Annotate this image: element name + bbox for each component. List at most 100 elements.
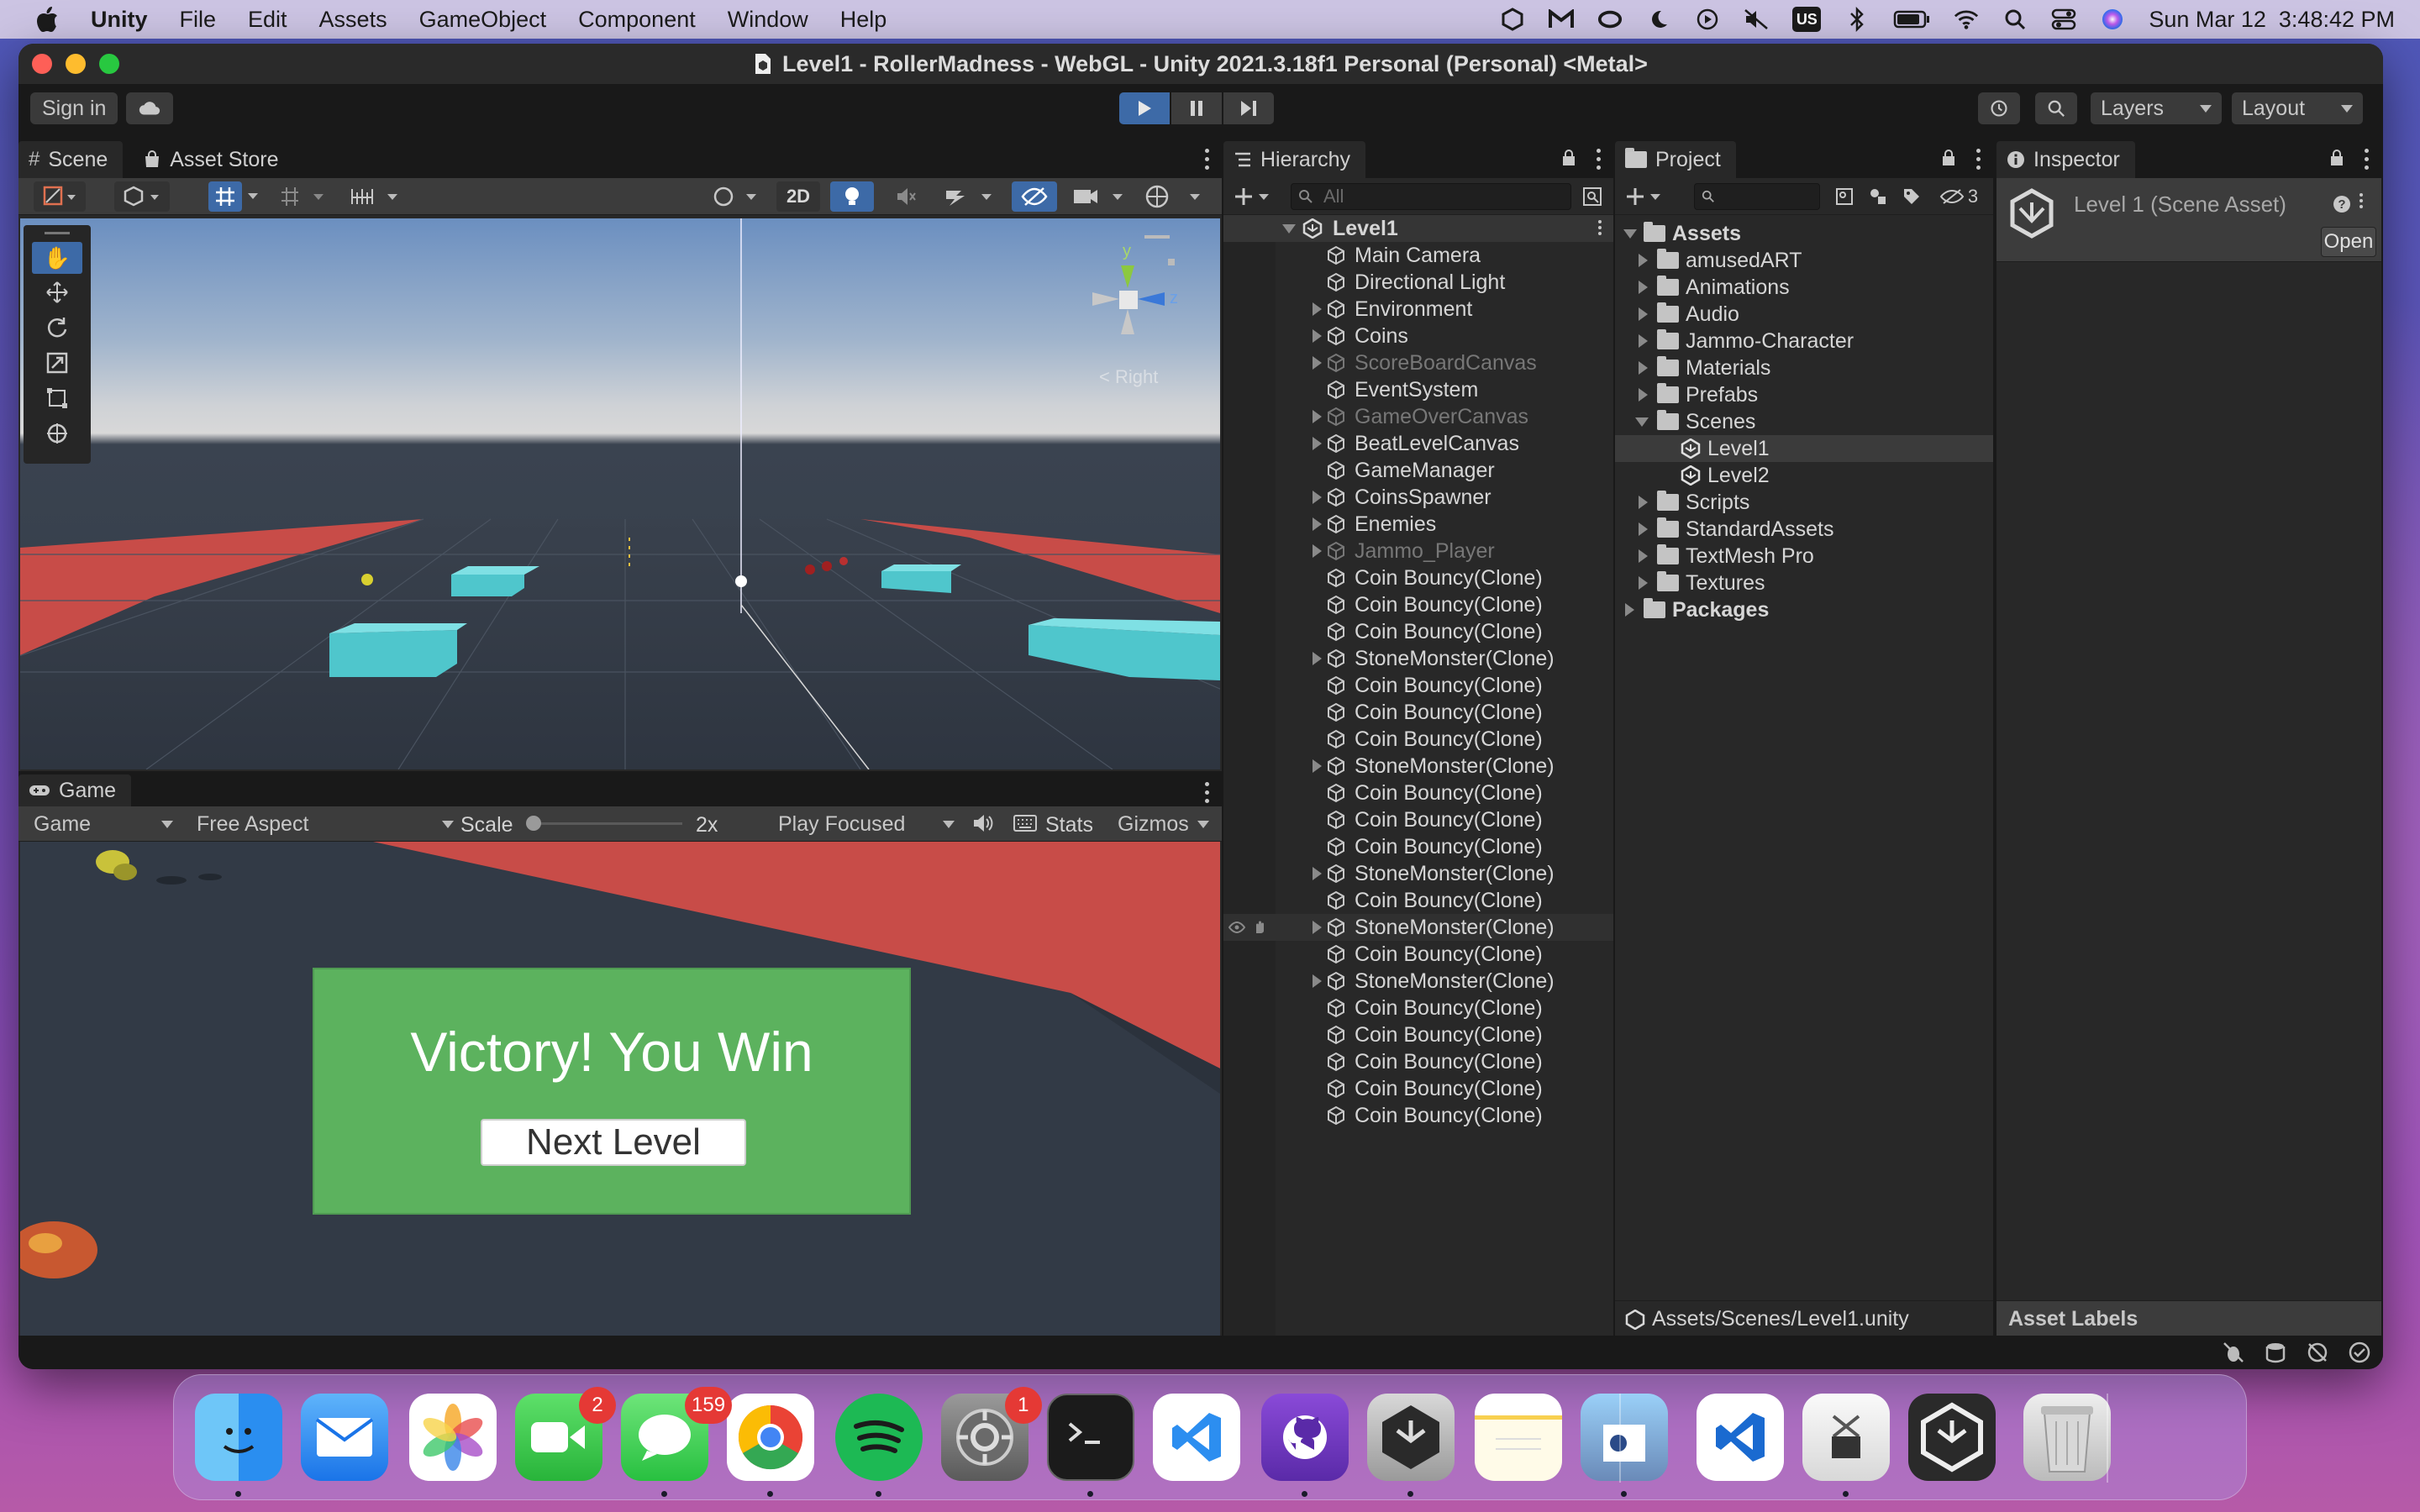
- lock-icon[interactable]: [2329, 150, 2344, 166]
- expand-arrow-icon[interactable]: [1639, 576, 1648, 590]
- unity-status-icon[interactable]: [1500, 7, 1525, 32]
- apple-icon[interactable]: [32, 4, 62, 34]
- mute-icon[interactable]: [1744, 7, 1769, 32]
- dock-app-terminal[interactable]: [1046, 1394, 1134, 1481]
- expand-arrow-icon[interactable]: [1313, 302, 1322, 316]
- project-folder-item[interactable]: Audio: [1615, 301, 1993, 328]
- rect-tool-button[interactable]: [32, 381, 82, 415]
- hierarchy-item[interactable]: StoneMonster(Clone): [1223, 914, 1613, 941]
- gmail-status-icon[interactable]: [1549, 7, 1575, 32]
- close-window-button[interactable]: [32, 54, 52, 74]
- wifi-icon[interactable]: [1954, 7, 1979, 32]
- scene-viewport[interactable]: ✋ y z < Right: [20, 218, 1220, 769]
- scene-root-more-icon[interactable]: [1598, 220, 1602, 235]
- shortcuts-button[interactable]: [1007, 808, 1044, 838]
- rotate-tool-button[interactable]: [32, 311, 82, 344]
- hierarchy-item[interactable]: GameManager: [1223, 457, 1613, 484]
- moon-icon[interactable]: [1646, 7, 1671, 32]
- project-folder-item[interactable]: StandardAssets: [1615, 516, 1993, 543]
- hierarchy-item[interactable]: Coin Bouncy(Clone): [1223, 564, 1613, 591]
- tab-scene[interactable]: # Scene: [18, 141, 124, 178]
- expand-arrow-icon[interactable]: [1639, 281, 1648, 294]
- project-create-button[interactable]: [1622, 181, 1669, 212]
- expand-arrow-icon[interactable]: [1313, 491, 1322, 504]
- project-folder-item[interactable]: Materials: [1615, 354, 1993, 381]
- history-button[interactable]: [1978, 92, 2020, 124]
- spotlight-search-icon[interactable]: [2002, 7, 2028, 32]
- hierarchy-item[interactable]: Jammo_Player: [1223, 538, 1613, 564]
- grid-snapping-button[interactable]: [208, 181, 242, 212]
- layout-dropdown[interactable]: Layout: [2232, 92, 2363, 124]
- dock-app-mail[interactable]: [301, 1394, 389, 1481]
- expand-arrow-icon[interactable]: [1639, 307, 1648, 321]
- zoom-window-button[interactable]: [99, 54, 119, 74]
- dock-app-photos[interactable]: [409, 1394, 497, 1481]
- hierarchy-scene-root[interactable]: Level1: [1223, 215, 1613, 242]
- hierarchy-item[interactable]: Main Camera: [1223, 242, 1613, 269]
- cache-server-icon[interactable]: [2264, 1341, 2287, 1364]
- expand-arrow-icon[interactable]: [1313, 652, 1322, 665]
- project-folder-item[interactable]: Prefabs: [1615, 381, 1993, 408]
- project-search-input[interactable]: [1694, 183, 1820, 210]
- auto-generate-lighting-icon[interactable]: [2306, 1341, 2329, 1364]
- game-more-icon[interactable]: [1200, 780, 1213, 805]
- hierarchy-item[interactable]: StoneMonster(Clone): [1223, 753, 1613, 780]
- project-folder-item[interactable]: amusedART: [1615, 247, 1993, 274]
- hierarchy-item[interactable]: StoneMonster(Clone): [1223, 860, 1613, 887]
- scene-filter-button[interactable]: [1578, 181, 1607, 212]
- asset-labels-section[interactable]: Asset Labels: [1996, 1300, 2381, 1337]
- gizmos-scene-button[interactable]: [1141, 181, 1212, 212]
- dock-app-notes[interactable]: [1475, 1394, 1563, 1481]
- lighting-toggle-button[interactable]: [830, 181, 874, 212]
- project-scene-item[interactable]: Level2: [1615, 462, 1993, 489]
- hierarchy-item[interactable]: Coin Bouncy(Clone): [1223, 833, 1613, 860]
- project-folder-item[interactable]: Scripts: [1615, 489, 1993, 516]
- hierarchy-item[interactable]: Coin Bouncy(Clone): [1223, 591, 1613, 618]
- tab-project[interactable]: Project: [1615, 141, 1736, 178]
- grid-visibility-button[interactable]: [276, 181, 329, 212]
- expand-arrow-icon[interactable]: [1313, 974, 1322, 988]
- expand-arrow-icon[interactable]: [1313, 544, 1322, 558]
- grid-snap-dropdown[interactable]: [242, 181, 264, 212]
- tab-inspector[interactable]: Inspector: [1996, 141, 2135, 178]
- menu-gameobject[interactable]: GameObject: [419, 7, 547, 33]
- hand-tool-button[interactable]: ✋: [32, 242, 82, 274]
- audio-toggle-button[interactable]: [884, 181, 928, 212]
- hierarchy-item[interactable]: Coin Bouncy(Clone): [1223, 699, 1613, 726]
- expand-arrow-icon[interactable]: [1625, 603, 1634, 617]
- hierarchy-item[interactable]: Enemies: [1223, 511, 1613, 538]
- create-button[interactable]: [1230, 181, 1277, 212]
- expand-arrow-icon[interactable]: [1639, 334, 1648, 348]
- open-asset-button[interactable]: Open: [2321, 227, 2376, 257]
- hierarchy-item[interactable]: Coin Bouncy(Clone): [1223, 1048, 1613, 1075]
- expand-arrow-icon[interactable]: [1313, 437, 1322, 450]
- project-scene-item[interactable]: Level1: [1615, 435, 1993, 462]
- dock-app-chrome[interactable]: [727, 1394, 814, 1481]
- expand-arrow-icon[interactable]: [1639, 496, 1648, 509]
- hierarchy-item[interactable]: StoneMonster(Clone): [1223, 968, 1613, 995]
- siri-icon[interactable]: [2100, 7, 2125, 32]
- menubar-clock[interactable]: Sun Mar 12 3:48:42 PM: [2149, 7, 2395, 33]
- project-folder-item[interactable]: Textures: [1615, 570, 1993, 596]
- menu-window[interactable]: Window: [728, 7, 808, 33]
- menu-file[interactable]: File: [180, 7, 217, 33]
- project-folder-item[interactable]: Animations: [1615, 274, 1993, 301]
- move-tool-button[interactable]: [32, 276, 82, 309]
- hierarchy-item[interactable]: Coin Bouncy(Clone): [1223, 806, 1613, 833]
- menu-assets[interactable]: Assets: [319, 7, 387, 33]
- expand-arrow-icon[interactable]: [1639, 522, 1648, 536]
- expand-arrow-icon[interactable]: [1639, 549, 1648, 563]
- menu-help[interactable]: Help: [840, 7, 887, 33]
- search-by-label-button[interactable]: [1864, 181, 1892, 212]
- menu-app-unity[interactable]: Unity: [91, 7, 148, 33]
- collapse-arrow-icon[interactable]: [1635, 417, 1649, 427]
- minimize-window-button[interactable]: [66, 54, 86, 74]
- hierarchy-search-input[interactable]: All: [1291, 183, 1571, 210]
- sign-in-button[interactable]: Sign in: [30, 92, 118, 124]
- step-button[interactable]: [1223, 92, 1274, 124]
- expand-arrow-icon[interactable]: [1313, 517, 1322, 531]
- bluetooth-icon[interactable]: [1844, 7, 1870, 32]
- hierarchy-item[interactable]: EventSystem: [1223, 376, 1613, 403]
- hierarchy-item[interactable]: Coin Bouncy(Clone): [1223, 887, 1613, 914]
- game-viewport[interactable]: Victory! You Win Next Level: [20, 842, 1220, 1347]
